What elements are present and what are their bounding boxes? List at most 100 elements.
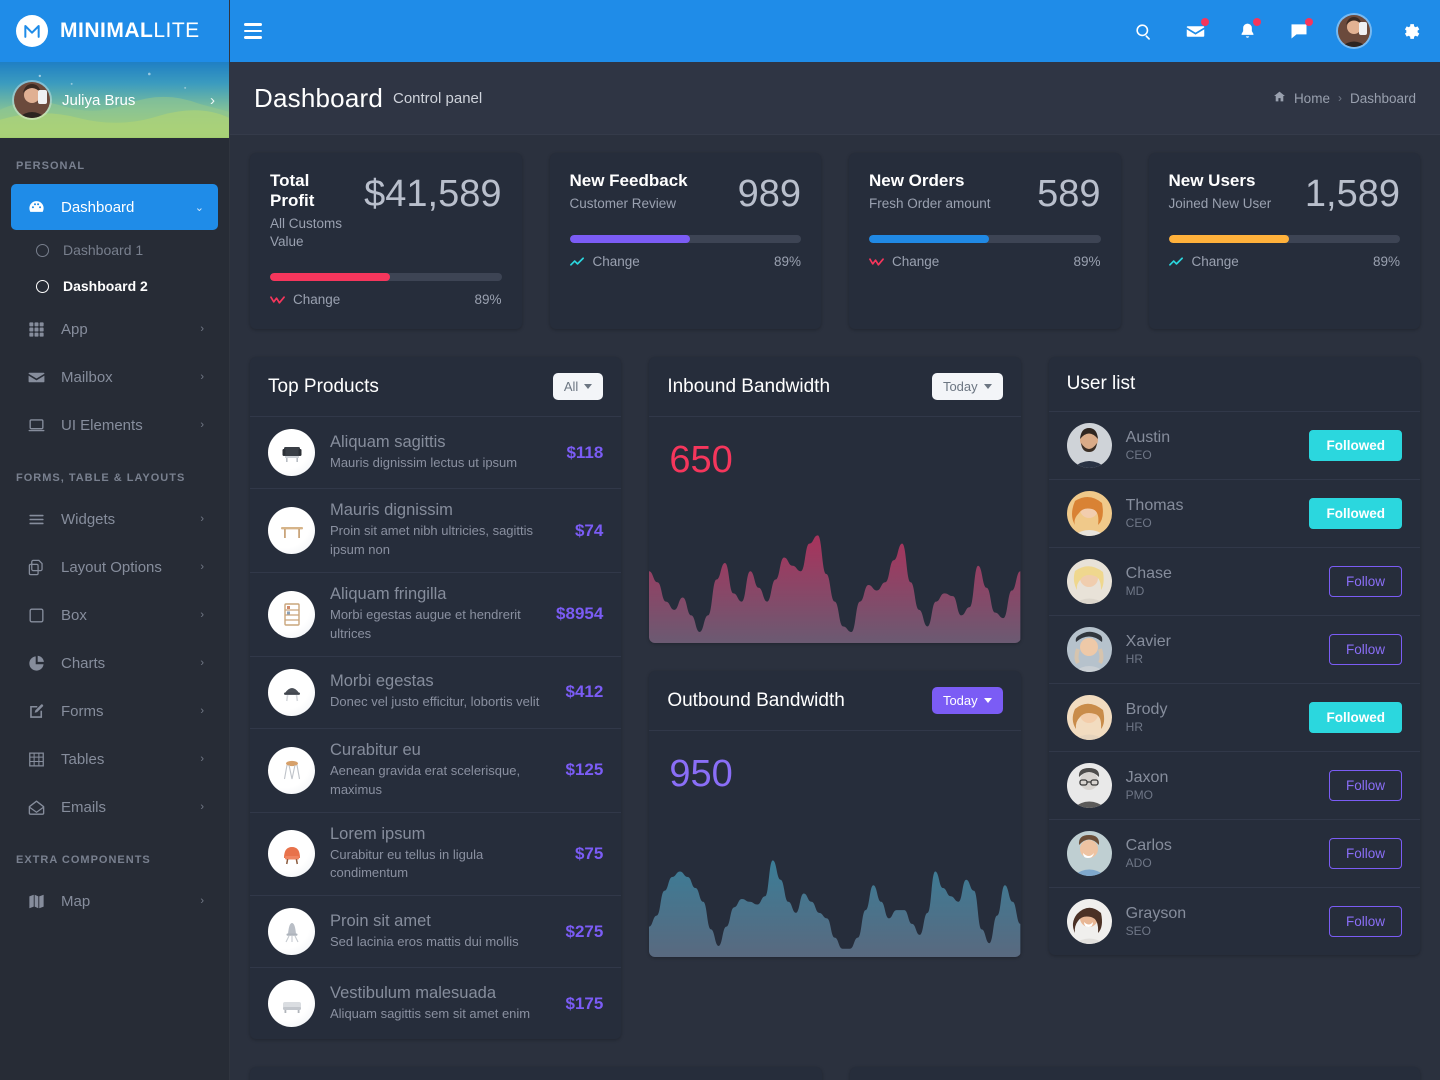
sidebar-item-label: UI Elements — [61, 416, 143, 434]
user-row[interactable]: Chase MD Follow — [1048, 548, 1420, 617]
user-avatar[interactable] — [1338, 15, 1370, 47]
sidebar-subitem-dashboard-1[interactable]: Dashboard 1 — [11, 232, 218, 268]
inbound-bandwidth-card: Inbound Bandwidth Today 650 — [649, 357, 1021, 644]
product-name: Curabitur eu — [330, 740, 421, 759]
user-row[interactable]: Carlos ADO Follow — [1048, 820, 1420, 889]
sidebar-item-layout-options[interactable]: Layout Options › — [11, 544, 218, 590]
sidebar-item-emails[interactable]: Emails › — [11, 784, 218, 830]
follow-button[interactable]: Follow — [1328, 634, 1402, 666]
sidebar-item-forms[interactable]: Forms › — [11, 688, 218, 734]
stat-top: New Feedback Customer Review 989 — [570, 171, 802, 213]
gear-icon[interactable] — [1396, 18, 1422, 44]
user-name: Brody — [1125, 701, 1168, 719]
stat-subtitle: Joined New User — [1168, 196, 1272, 211]
product-row[interactable]: Morbi egestas Donec vel justo efficitur,… — [250, 657, 622, 729]
product-image — [268, 590, 315, 638]
user-role: HR — [1125, 652, 1143, 667]
stat-subtitle: Fresh Order amount — [869, 196, 991, 211]
cards-row: Top Products All Aliquam sagittis Mauris… — [250, 357, 1420, 1040]
progress-track — [869, 235, 1101, 244]
stat-subtitle: All Customs Value — [270, 216, 343, 250]
product-price: $74 — [574, 520, 604, 540]
sidebar-subitem-dashboard-2[interactable]: Dashboard 2 — [11, 268, 218, 304]
product-row[interactable]: Aliquam fringilla Morbi egestas augue et… — [250, 573, 622, 657]
sidebar-item-label: Map — [61, 892, 91, 910]
bell-icon[interactable] — [1234, 18, 1261, 44]
profile-name: Juliya Brus — [62, 91, 136, 109]
pie-chart-icon — [25, 652, 47, 674]
card-header: Top Products All — [250, 357, 622, 418]
product-price: $175 — [565, 993, 604, 1013]
product-row[interactable]: Aliquam sagittis Mauris dignissim lectus… — [250, 417, 622, 490]
follow-button[interactable]: Followed — [1309, 430, 1402, 462]
mail-icon[interactable] — [1182, 18, 1209, 44]
breadcrumb-home[interactable]: Home — [1294, 91, 1330, 106]
user-body: Xavier HR — [1126, 633, 1315, 666]
user-row[interactable]: Grayson SEO Follow — [1049, 888, 1420, 955]
products-filter-dropdown[interactable]: All — [552, 373, 604, 401]
envelope-icon — [25, 366, 47, 388]
column-bandwidth: Inbound Bandwidth Today 650 Outbound Ban… — [649, 357, 1021, 958]
avatar — [1066, 763, 1112, 809]
user-row[interactable]: Thomas CEO Followed — [1048, 480, 1420, 549]
circle-icon — [36, 279, 49, 293]
outbound-bandwidth-card: Outbound Bandwidth Today 950 — [649, 671, 1021, 958]
product-row[interactable]: Lorem ipsum Curabitur eu tellus in ligul… — [250, 813, 622, 897]
product-row[interactable]: Proin sit amet Sed lacinia eros mattis d… — [250, 896, 622, 969]
sidebar-item-map[interactable]: Map › — [11, 878, 218, 924]
inbound-period-dropdown[interactable]: Today — [931, 373, 1003, 401]
follow-button[interactable]: Follow — [1328, 838, 1402, 870]
search-icon[interactable] — [1130, 18, 1156, 44]
sidebar-item-label: Tables — [61, 750, 105, 768]
stat-subtitle: Customer Review — [569, 196, 677, 211]
user-row[interactable]: Xavier HR Follow — [1048, 616, 1420, 685]
chevron-right-icon: › — [200, 657, 204, 669]
user-row[interactable]: Austin CEO Followed — [1048, 412, 1420, 481]
follow-button[interactable]: Follow — [1328, 906, 1402, 938]
follow-button[interactable]: Followed — [1309, 498, 1402, 530]
follow-button[interactable]: Follow — [1328, 566, 1402, 598]
avatar — [1066, 695, 1112, 741]
avatar — [1066, 627, 1112, 673]
square-icon — [25, 604, 47, 626]
chat-icon[interactable] — [1286, 18, 1313, 44]
user-row[interactable]: Jaxon PMO Follow — [1048, 752, 1420, 821]
stat-value: 589 — [1037, 173, 1101, 215]
outbound-period-dropdown[interactable]: Today — [931, 687, 1003, 715]
product-desc: Aliquam sagittis sem sit amet enim — [330, 1005, 531, 1021]
stat-title: New Feedback — [569, 171, 688, 190]
chevron-right-icon[interactable]: › — [210, 92, 215, 109]
stat-top: New Users Joined New User 1,589 — [1169, 171, 1401, 213]
user-body: Austin CEO — [1126, 429, 1296, 462]
sidebar-item-dashboard[interactable]: Dashboard ⌄ — [11, 184, 218, 230]
product-name: Aliquam fringilla — [330, 585, 447, 604]
product-row[interactable]: Vestibulum malesuada Aliquam sagittis se… — [250, 968, 621, 1039]
notification-badge — [1201, 18, 1209, 26]
product-name: Proin sit amet — [330, 911, 431, 930]
sidebar-item-tables[interactable]: Tables › — [11, 736, 218, 782]
sidebar-item-ui-elements[interactable]: UI Elements › — [11, 402, 218, 448]
sidebar-item-box[interactable]: Box › — [11, 592, 218, 638]
sidebar: MINIMALLITE Juliya Brus › PERSONAL Dashb… — [0, 0, 230, 1080]
product-row[interactable]: Curabitur eu Aenean gravida erat sceleri… — [250, 729, 622, 813]
follow-button[interactable]: Follow — [1328, 770, 1402, 802]
sidebar-item-app[interactable]: App › — [11, 306, 218, 352]
user-row[interactable]: Brody HR Followed — [1048, 684, 1420, 753]
stat-value: 989 — [737, 173, 801, 215]
card-title: Outbound Bandwidth — [667, 689, 845, 711]
hamburger-icon[interactable] — [244, 16, 274, 46]
product-row[interactable]: Mauris dignissim Proin sit amet nibh ult… — [250, 489, 622, 574]
brand-logo[interactable]: MINIMALLITE — [0, 0, 229, 62]
dashboard-content: Total Profit All Customs Value $41,589 C… — [230, 135, 1440, 1080]
stat-left: New Feedback Customer Review — [570, 171, 728, 213]
brand-name: MINIMALLITE — [60, 19, 200, 42]
stat-title: Total Profit — [270, 171, 315, 210]
sidebar-item-label: Emails — [61, 798, 107, 816]
sidebar-item-widgets[interactable]: Widgets › — [11, 496, 218, 542]
product-desc: Sed lacinia eros mattis dui mollis — [330, 933, 519, 949]
follow-button[interactable]: Followed — [1309, 702, 1402, 734]
sidebar-item-mailbox[interactable]: Mailbox › — [11, 354, 218, 400]
sidebar-item-charts[interactable]: Charts › — [11, 640, 218, 686]
sidebar-profile[interactable]: Juliya Brus › — [0, 62, 229, 138]
product-image — [268, 507, 315, 555]
